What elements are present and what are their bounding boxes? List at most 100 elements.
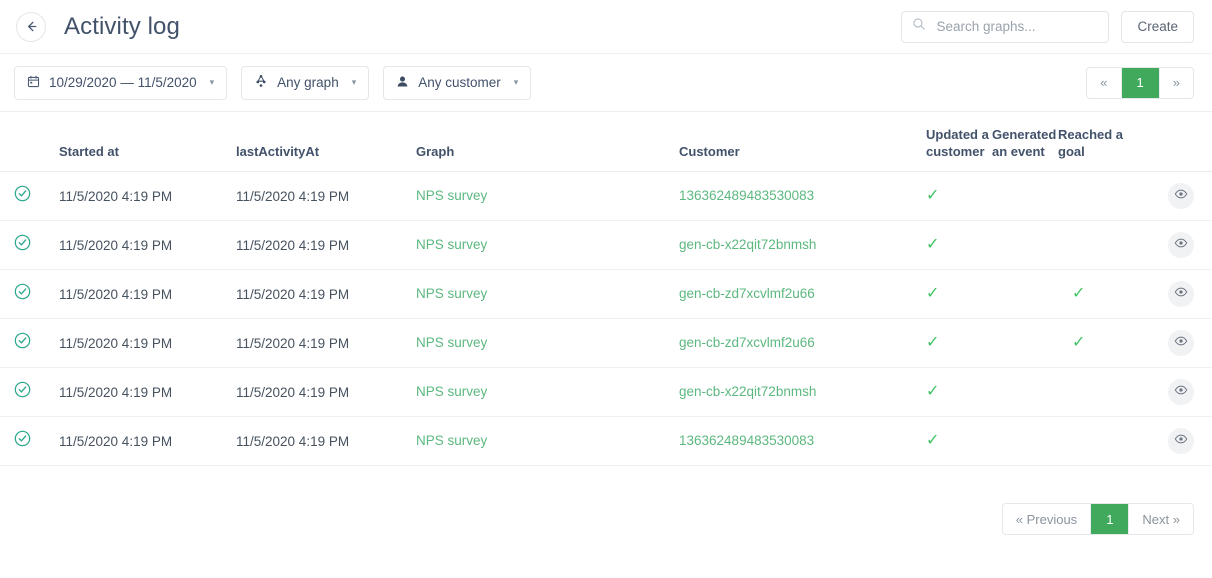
pagination-bottom-previous[interactable]: « Previous bbox=[1002, 504, 1092, 534]
view-details-button[interactable] bbox=[1168, 428, 1194, 454]
pagination-bottom-page-1[interactable]: 1 bbox=[1091, 504, 1130, 534]
view-details-button[interactable] bbox=[1168, 281, 1194, 307]
view-details-button[interactable] bbox=[1168, 183, 1194, 209]
table-row: 11/5/2020 4:19 PM 11/5/2020 4:19 PM NPS su… bbox=[0, 172, 1212, 221]
cell-updated-a-customer: ✓ bbox=[926, 236, 995, 254]
check-circle-icon bbox=[14, 381, 31, 403]
sitemap-icon bbox=[254, 74, 268, 91]
cell-action bbox=[1146, 379, 1194, 405]
table-row: 11/5/2020 4:19 PM 11/5/2020 4:19 PM NPS su… bbox=[0, 417, 1212, 466]
cell-action bbox=[1146, 428, 1194, 454]
page-title: Activity log bbox=[64, 12, 180, 40]
cell-graph: NPS survey bbox=[416, 187, 679, 205]
pagination-bottom: « Previous 1 Next » bbox=[1001, 503, 1194, 535]
top-bar: Activity log Create bbox=[0, 0, 1212, 54]
cell-last-activity-at: 11/5/2020 4:19 PM bbox=[236, 237, 350, 253]
row-status-icon-cell bbox=[14, 332, 59, 354]
cell-customer: gen-cb-x22qit72bnmsh bbox=[679, 383, 926, 401]
cell-graph: NPS survey bbox=[416, 334, 679, 352]
chevron-down-icon: ▾ bbox=[351, 77, 357, 87]
cell-started-at: 11/5/2020 4:19 PM bbox=[59, 433, 173, 449]
column-header-updated-a-customer: Updated a customer bbox=[926, 126, 989, 160]
cell-last-activity-at: 11/5/2020 4:19 PM bbox=[236, 286, 350, 302]
cell-updated-a-customer: ✓ bbox=[926, 334, 995, 352]
pagination-bottom-next[interactable]: Next » bbox=[1129, 504, 1193, 534]
graph-link[interactable]: NPS survey bbox=[416, 237, 487, 252]
table-row: 11/5/2020 4:19 PM 11/5/2020 4:19 PM NPS su… bbox=[0, 319, 1212, 368]
view-details-button[interactable] bbox=[1168, 379, 1194, 405]
graph-filter[interactable]: Any graph ▾ bbox=[241, 65, 370, 100]
cell-customer: gen-cb-zd7xcvlmf2u66 bbox=[679, 334, 926, 352]
eye-icon bbox=[1174, 334, 1188, 353]
graph-filter-label: Any graph bbox=[277, 75, 339, 90]
create-button[interactable]: Create bbox=[1121, 10, 1194, 43]
graph-link[interactable]: NPS survey bbox=[416, 188, 487, 203]
date-range-label: 10/29/2020 — 11/5/2020 bbox=[49, 75, 197, 90]
pagination-top-page-1[interactable]: 1 bbox=[1121, 67, 1160, 98]
activity-log-table: Started at lastActivityAt Graph Customer… bbox=[0, 112, 1212, 466]
view-details-button[interactable] bbox=[1168, 232, 1194, 258]
check-icon: ✓ bbox=[926, 236, 940, 253]
eye-icon bbox=[1174, 285, 1188, 304]
calendar-icon bbox=[27, 75, 40, 91]
cell-customer: gen-cb-zd7xcvlmf2u66 bbox=[679, 285, 926, 303]
cell-graph: NPS survey bbox=[416, 432, 679, 450]
search-box[interactable] bbox=[901, 10, 1110, 43]
cell-action bbox=[1146, 183, 1194, 209]
graph-link[interactable]: NPS survey bbox=[416, 286, 487, 301]
customer-link[interactable]: gen-cb-zd7xcvlmf2u66 bbox=[679, 335, 815, 350]
customer-link[interactable]: 136362489483530083 bbox=[679, 188, 814, 203]
cell-started-at: 11/5/2020 4:19 PM bbox=[59, 237, 173, 253]
column-header-customer: Customer bbox=[679, 144, 740, 160]
column-header-generated-an-event: Generated an event bbox=[992, 126, 1057, 160]
customer-link[interactable]: gen-cb-zd7xcvlmf2u66 bbox=[679, 286, 815, 301]
graph-link[interactable]: NPS survey bbox=[416, 433, 487, 448]
top-bar-actions: Create bbox=[901, 10, 1194, 43]
table-row: 11/5/2020 4:19 PM 11/5/2020 4:19 PM NPS su… bbox=[0, 221, 1212, 270]
cell-last-activity-at: 11/5/2020 4:19 PM bbox=[236, 433, 350, 449]
row-status-icon-cell bbox=[14, 234, 59, 256]
table-body: 11/5/2020 4:19 PM 11/5/2020 4:19 PM NPS su… bbox=[0, 172, 1212, 466]
check-icon: ✓ bbox=[926, 187, 940, 204]
pagination-top-next[interactable]: » bbox=[1159, 67, 1193, 98]
pagination-top: « 1 » bbox=[1086, 66, 1194, 99]
graph-link[interactable]: NPS survey bbox=[416, 384, 487, 399]
customer-link[interactable]: 136362489483530083 bbox=[679, 433, 814, 448]
user-icon bbox=[396, 75, 409, 91]
cell-action bbox=[1146, 330, 1194, 356]
eye-icon bbox=[1174, 383, 1188, 402]
cell-customer: 136362489483530083 bbox=[679, 187, 926, 205]
table-row: 11/5/2020 4:19 PM 11/5/2020 4:19 PM NPS su… bbox=[0, 270, 1212, 319]
customer-link[interactable]: gen-cb-x22qit72bnmsh bbox=[679, 237, 816, 252]
arrow-left-icon bbox=[24, 19, 39, 34]
chevron-down-icon: ▾ bbox=[209, 77, 215, 87]
row-status-icon-cell bbox=[14, 283, 59, 305]
column-header-started-at: Started at bbox=[59, 144, 119, 160]
column-header-reached-a-goal: Reached a goal bbox=[1058, 126, 1124, 160]
customer-filter[interactable]: Any customer ▾ bbox=[383, 65, 532, 100]
graph-link[interactable]: NPS survey bbox=[416, 335, 487, 350]
cell-updated-a-customer: ✓ bbox=[926, 383, 995, 401]
pagination-top-prev[interactable]: « bbox=[1087, 67, 1122, 98]
row-status-icon-cell bbox=[14, 381, 59, 403]
table-footer: « Previous 1 Next » bbox=[0, 466, 1212, 535]
back-button[interactable] bbox=[16, 11, 46, 42]
date-range-filter[interactable]: 10/29/2020 — 11/5/2020 ▾ bbox=[14, 65, 228, 100]
cell-last-activity-at: 11/5/2020 4:19 PM bbox=[236, 384, 350, 400]
cell-started-at: 11/5/2020 4:19 PM bbox=[59, 335, 173, 351]
check-icon: ✓ bbox=[926, 432, 940, 449]
cell-action bbox=[1146, 232, 1194, 258]
table-row: 11/5/2020 4:19 PM 11/5/2020 4:19 PM NPS su… bbox=[0, 368, 1212, 417]
customer-link[interactable]: gen-cb-x22qit72bnmsh bbox=[679, 384, 816, 399]
check-circle-icon bbox=[14, 234, 31, 256]
cell-graph: NPS survey bbox=[416, 236, 679, 254]
cell-action bbox=[1146, 281, 1194, 307]
search-icon bbox=[912, 17, 926, 36]
column-header-graph: Graph bbox=[416, 144, 455, 160]
view-details-button[interactable] bbox=[1168, 330, 1194, 356]
cell-last-activity-at: 11/5/2020 4:19 PM bbox=[236, 188, 350, 204]
cell-customer: 136362489483530083 bbox=[679, 432, 926, 450]
search-input[interactable] bbox=[934, 18, 1099, 35]
table-header-row: Started at lastActivityAt Graph Customer… bbox=[0, 112, 1212, 172]
check-icon: ✓ bbox=[926, 334, 940, 351]
